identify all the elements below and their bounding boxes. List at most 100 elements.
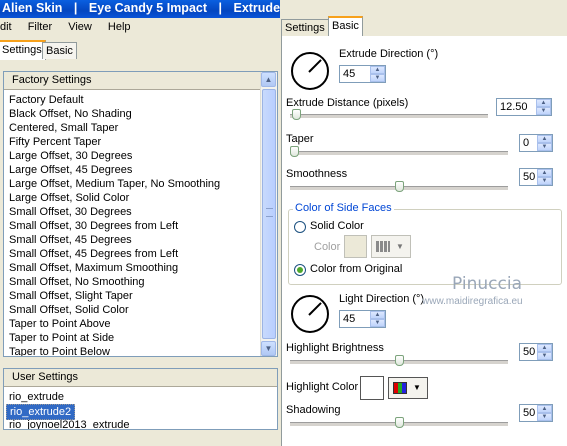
scroll-up-icon[interactable]: ▲	[261, 72, 276, 87]
list-item[interactable]: Small Offset, 45 Degrees from Left	[4, 247, 277, 261]
extrude-direction-dial[interactable]	[291, 52, 329, 90]
extrude-distance-slider[interactable]	[291, 109, 301, 120]
spin-down-icon[interactable]: ▼	[536, 107, 551, 115]
spin-up-icon[interactable]: ▲	[370, 66, 385, 74]
light-direction-spinner[interactable]: 45 ▲ ▼	[339, 310, 386, 328]
color-from-original-radio[interactable]	[294, 264, 306, 276]
list-item[interactable]: Small Offset, 30 Degrees from Left	[4, 219, 277, 233]
menu-bar: dit Filter View Help	[0, 18, 280, 37]
extrude-direction-spinner[interactable]: 45 ▲ ▼	[339, 65, 386, 83]
extrude-distance-spinner[interactable]: 12.50 ▲ ▼	[496, 98, 552, 116]
spin-up-icon[interactable]: ▲	[537, 405, 552, 413]
spin-up-icon[interactable]: ▲	[536, 99, 551, 107]
list-item[interactable]: Taper to Point Below	[4, 345, 277, 356]
palette-grid-icon	[393, 382, 407, 394]
highlight-brightness-spinner[interactable]: 50 ▲ ▼	[519, 343, 553, 361]
highlight-color-swatch[interactable]	[360, 376, 384, 400]
extrude-distance-value: 12.50	[500, 101, 528, 113]
highlight-color-dropdown[interactable]: ▼	[388, 377, 428, 399]
spin-down-icon[interactable]: ▼	[370, 319, 385, 327]
watermark-url: www.maidiregrafica.eu	[422, 296, 523, 307]
color-from-original-label: Color from Original	[310, 263, 403, 275]
list-item[interactable]: Large Offset, 30 Degrees	[4, 149, 277, 163]
list-item[interactable]: Small Offset, 45 Degrees	[4, 233, 277, 247]
side-color-dropdown[interactable]: ▼	[371, 235, 411, 258]
shadowing-spinner[interactable]: 50 ▲ ▼	[519, 404, 553, 422]
scroll-thumb[interactable]	[262, 89, 276, 339]
spin-down-icon[interactable]: ▼	[537, 177, 552, 185]
shadowing-value: 50	[523, 407, 536, 419]
user-settings-list: User Settings rio_extrude rio_extrude2 r…	[3, 368, 278, 430]
list-item[interactable]: Small Offset, No Smoothing	[4, 275, 277, 289]
list-item[interactable]: Fifty Percent Taper	[4, 135, 277, 149]
tab-settings[interactable]: Settings	[0, 40, 46, 60]
highlight-brightness-value: 50	[523, 346, 536, 358]
extrude-direction-value: 45	[343, 68, 356, 80]
spin-up-icon[interactable]: ▲	[537, 169, 552, 177]
basic-panel: Extrude Direction (°) 45 ▲ ▼ Extrude Dist…	[281, 36, 567, 446]
tab-basic-right[interactable]: Basic	[328, 16, 363, 36]
list-item[interactable]: Factory Default	[4, 93, 277, 107]
menu-filter[interactable]: Filter	[28, 21, 52, 33]
highlight-color-label: Highlight Color	[286, 381, 359, 393]
palette-grid-icon	[376, 241, 390, 252]
taper-label: Taper	[286, 133, 314, 145]
extrude-distance-track[interactable]	[290, 114, 488, 119]
factory-settings-list: Factory Settings Factory Default Black O…	[3, 71, 278, 357]
user-settings-header: User Settings	[4, 369, 277, 387]
side-color-swatch[interactable]	[344, 235, 367, 258]
smoothness-value: 50	[523, 171, 536, 183]
list-item[interactable]: Small Offset, Solid Color	[4, 303, 277, 317]
list-item[interactable]: Large Offset, Medium Taper, No Smoothing	[4, 177, 277, 191]
highlight-brightness-slider[interactable]	[394, 355, 404, 366]
spin-up-icon[interactable]: ▲	[537, 135, 552, 143]
smoothness-spinner[interactable]: 50 ▲ ▼	[519, 168, 553, 186]
title-sep-1: |	[73, 1, 78, 15]
extrude-distance-label: Extrude Distance (pixels)	[286, 97, 409, 109]
list-item[interactable]: Large Offset, 45 Degrees	[4, 163, 277, 177]
list-item[interactable]: rio_joynoel2013_extrude	[4, 418, 277, 429]
spin-down-icon[interactable]: ▼	[537, 352, 552, 360]
extrude-direction-label: Extrude Direction (°)	[339, 48, 439, 60]
solid-color-label: Solid Color	[310, 220, 364, 232]
chevron-down-icon: ▼	[396, 242, 404, 251]
tab-basic[interactable]: Basic	[42, 42, 77, 59]
taper-spinner[interactable]: 0 ▲ ▼	[519, 134, 553, 152]
title-filter: Extrude	[233, 1, 280, 15]
spin-down-icon[interactable]: ▼	[537, 143, 552, 151]
smoothness-label: Smoothness	[286, 168, 348, 180]
factory-list-scrollbar[interactable]: ▲ ▼	[260, 72, 277, 356]
shadowing-slider[interactable]	[394, 417, 404, 428]
list-item[interactable]: Small Offset, Slight Taper	[4, 289, 277, 303]
chevron-down-icon: ▼	[413, 383, 421, 392]
list-item[interactable]: rio_extrude	[4, 390, 277, 404]
color-label: Color	[314, 241, 341, 253]
list-item[interactable]: Centered, Small Taper	[4, 121, 277, 135]
menu-view[interactable]: View	[68, 21, 92, 33]
taper-track[interactable]	[290, 151, 508, 156]
list-item[interactable]: Small Offset, Maximum Smoothing	[4, 261, 277, 275]
scroll-down-icon[interactable]: ▼	[261, 341, 276, 356]
spin-up-icon[interactable]: ▲	[537, 344, 552, 352]
list-item[interactable]: Taper to Point at Side	[4, 331, 277, 345]
list-item[interactable]: Taper to Point Above	[4, 317, 277, 331]
light-direction-value: 45	[343, 313, 356, 325]
title-product: Eye Candy 5 Impact	[88, 1, 208, 15]
spin-down-icon[interactable]: ▼	[537, 413, 552, 421]
menu-edit[interactable]: dit	[0, 21, 12, 33]
solid-color-radio[interactable]	[294, 221, 306, 233]
factory-settings-header: Factory Settings	[4, 72, 277, 90]
side-faces-group-label: Color of Side Faces	[293, 202, 394, 214]
taper-slider[interactable]	[290, 146, 299, 157]
menu-help[interactable]: Help	[108, 21, 131, 33]
list-item[interactable]: Black Offset, No Shading	[4, 107, 277, 121]
watermark-name: Pinuccia	[452, 274, 522, 294]
tab-settings-right[interactable]: Settings	[281, 19, 329, 36]
list-item[interactable]: Large Offset, Solid Color	[4, 191, 277, 205]
smoothness-slider[interactable]	[394, 181, 404, 192]
list-item[interactable]: Small Offset, 30 Degrees	[4, 205, 277, 219]
spin-up-icon[interactable]: ▲	[370, 311, 385, 319]
spin-down-icon[interactable]: ▼	[370, 74, 385, 82]
title-bar: Alien Skin | Eye Candy 5 Impact | Extrud…	[0, 0, 280, 18]
light-direction-dial[interactable]	[291, 295, 329, 333]
